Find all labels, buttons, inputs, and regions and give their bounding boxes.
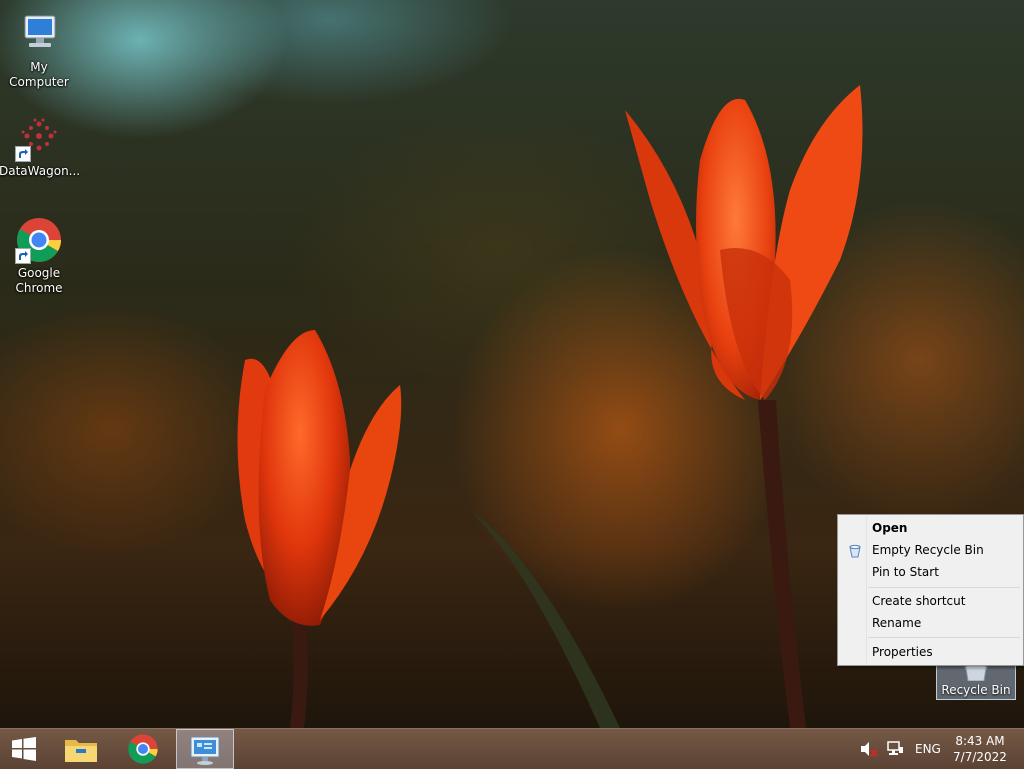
computer-icon <box>15 10 63 58</box>
menu-separator <box>868 587 1020 588</box>
menu-item-open[interactable]: Open <box>840 517 1021 539</box>
recycle-bin-small-icon <box>848 543 862 558</box>
datawagon-icon <box>15 114 63 162</box>
menu-item-rename[interactable]: Rename <box>840 612 1021 634</box>
taskbar-file-explorer[interactable] <box>56 729 106 769</box>
desktop-icon-my-computer[interactable]: My Computer <box>0 10 79 90</box>
shortcut-arrow-icon <box>15 146 31 162</box>
chrome-icon <box>15 216 63 264</box>
recycle-bin-icon <box>963 663 989 684</box>
recycle-bin-label: Recycle Bin <box>941 683 1011 697</box>
shortcut-arrow-icon <box>15 248 31 264</box>
context-menu: Open Empty Recycle Bin Pin to Start Crea… <box>837 514 1024 666</box>
network-icon[interactable] <box>886 741 904 759</box>
menu-item-properties[interactable]: Properties <box>840 641 1021 663</box>
menu-item-label: Empty Recycle Bin <box>872 543 984 557</box>
file-explorer-icon <box>64 735 98 766</box>
taskbar: ENG 8:43 AM 7/7/2022 <box>0 728 1024 769</box>
desktop-icon-datawagon[interactable]: DataWagon... <box>0 114 81 179</box>
taskbar-remote-desktop[interactable] <box>176 729 234 769</box>
desktop-icon-label: DataWagon... <box>0 164 81 178</box>
desktop-icon-label: My Computer <box>9 60 69 89</box>
menu-separator <box>868 637 1020 638</box>
clock[interactable]: 8:43 AM 7/7/2022 <box>948 733 1012 765</box>
desktop-icon-google-chrome[interactable]: Google Chrome <box>0 216 79 296</box>
menu-item-create-shortcut[interactable]: Create shortcut <box>840 590 1021 612</box>
clock-time: 8:43 AM <box>955 734 1005 748</box>
remote-desktop-icon <box>189 734 221 769</box>
desktop-icon-recycle-bin[interactable]: Recycle Bin <box>936 660 1016 700</box>
windows-logo-icon <box>11 737 37 764</box>
desktop[interactable]: My Computer DataWagon... Google Chrome R… <box>0 0 1024 728</box>
volume-muted-icon[interactable] <box>860 741 878 759</box>
clock-date: 7/7/2022 <box>953 750 1007 764</box>
taskbar-google-chrome[interactable] <box>118 729 168 769</box>
start-button[interactable] <box>0 729 48 769</box>
language-indicator[interactable]: ENG <box>915 729 941 769</box>
menu-item-empty-recycle-bin[interactable]: Empty Recycle Bin <box>840 539 1021 561</box>
chrome-icon <box>127 733 159 768</box>
menu-item-pin-to-start[interactable]: Pin to Start <box>840 561 1021 583</box>
desktop-icon-label: Google Chrome <box>15 266 63 295</box>
